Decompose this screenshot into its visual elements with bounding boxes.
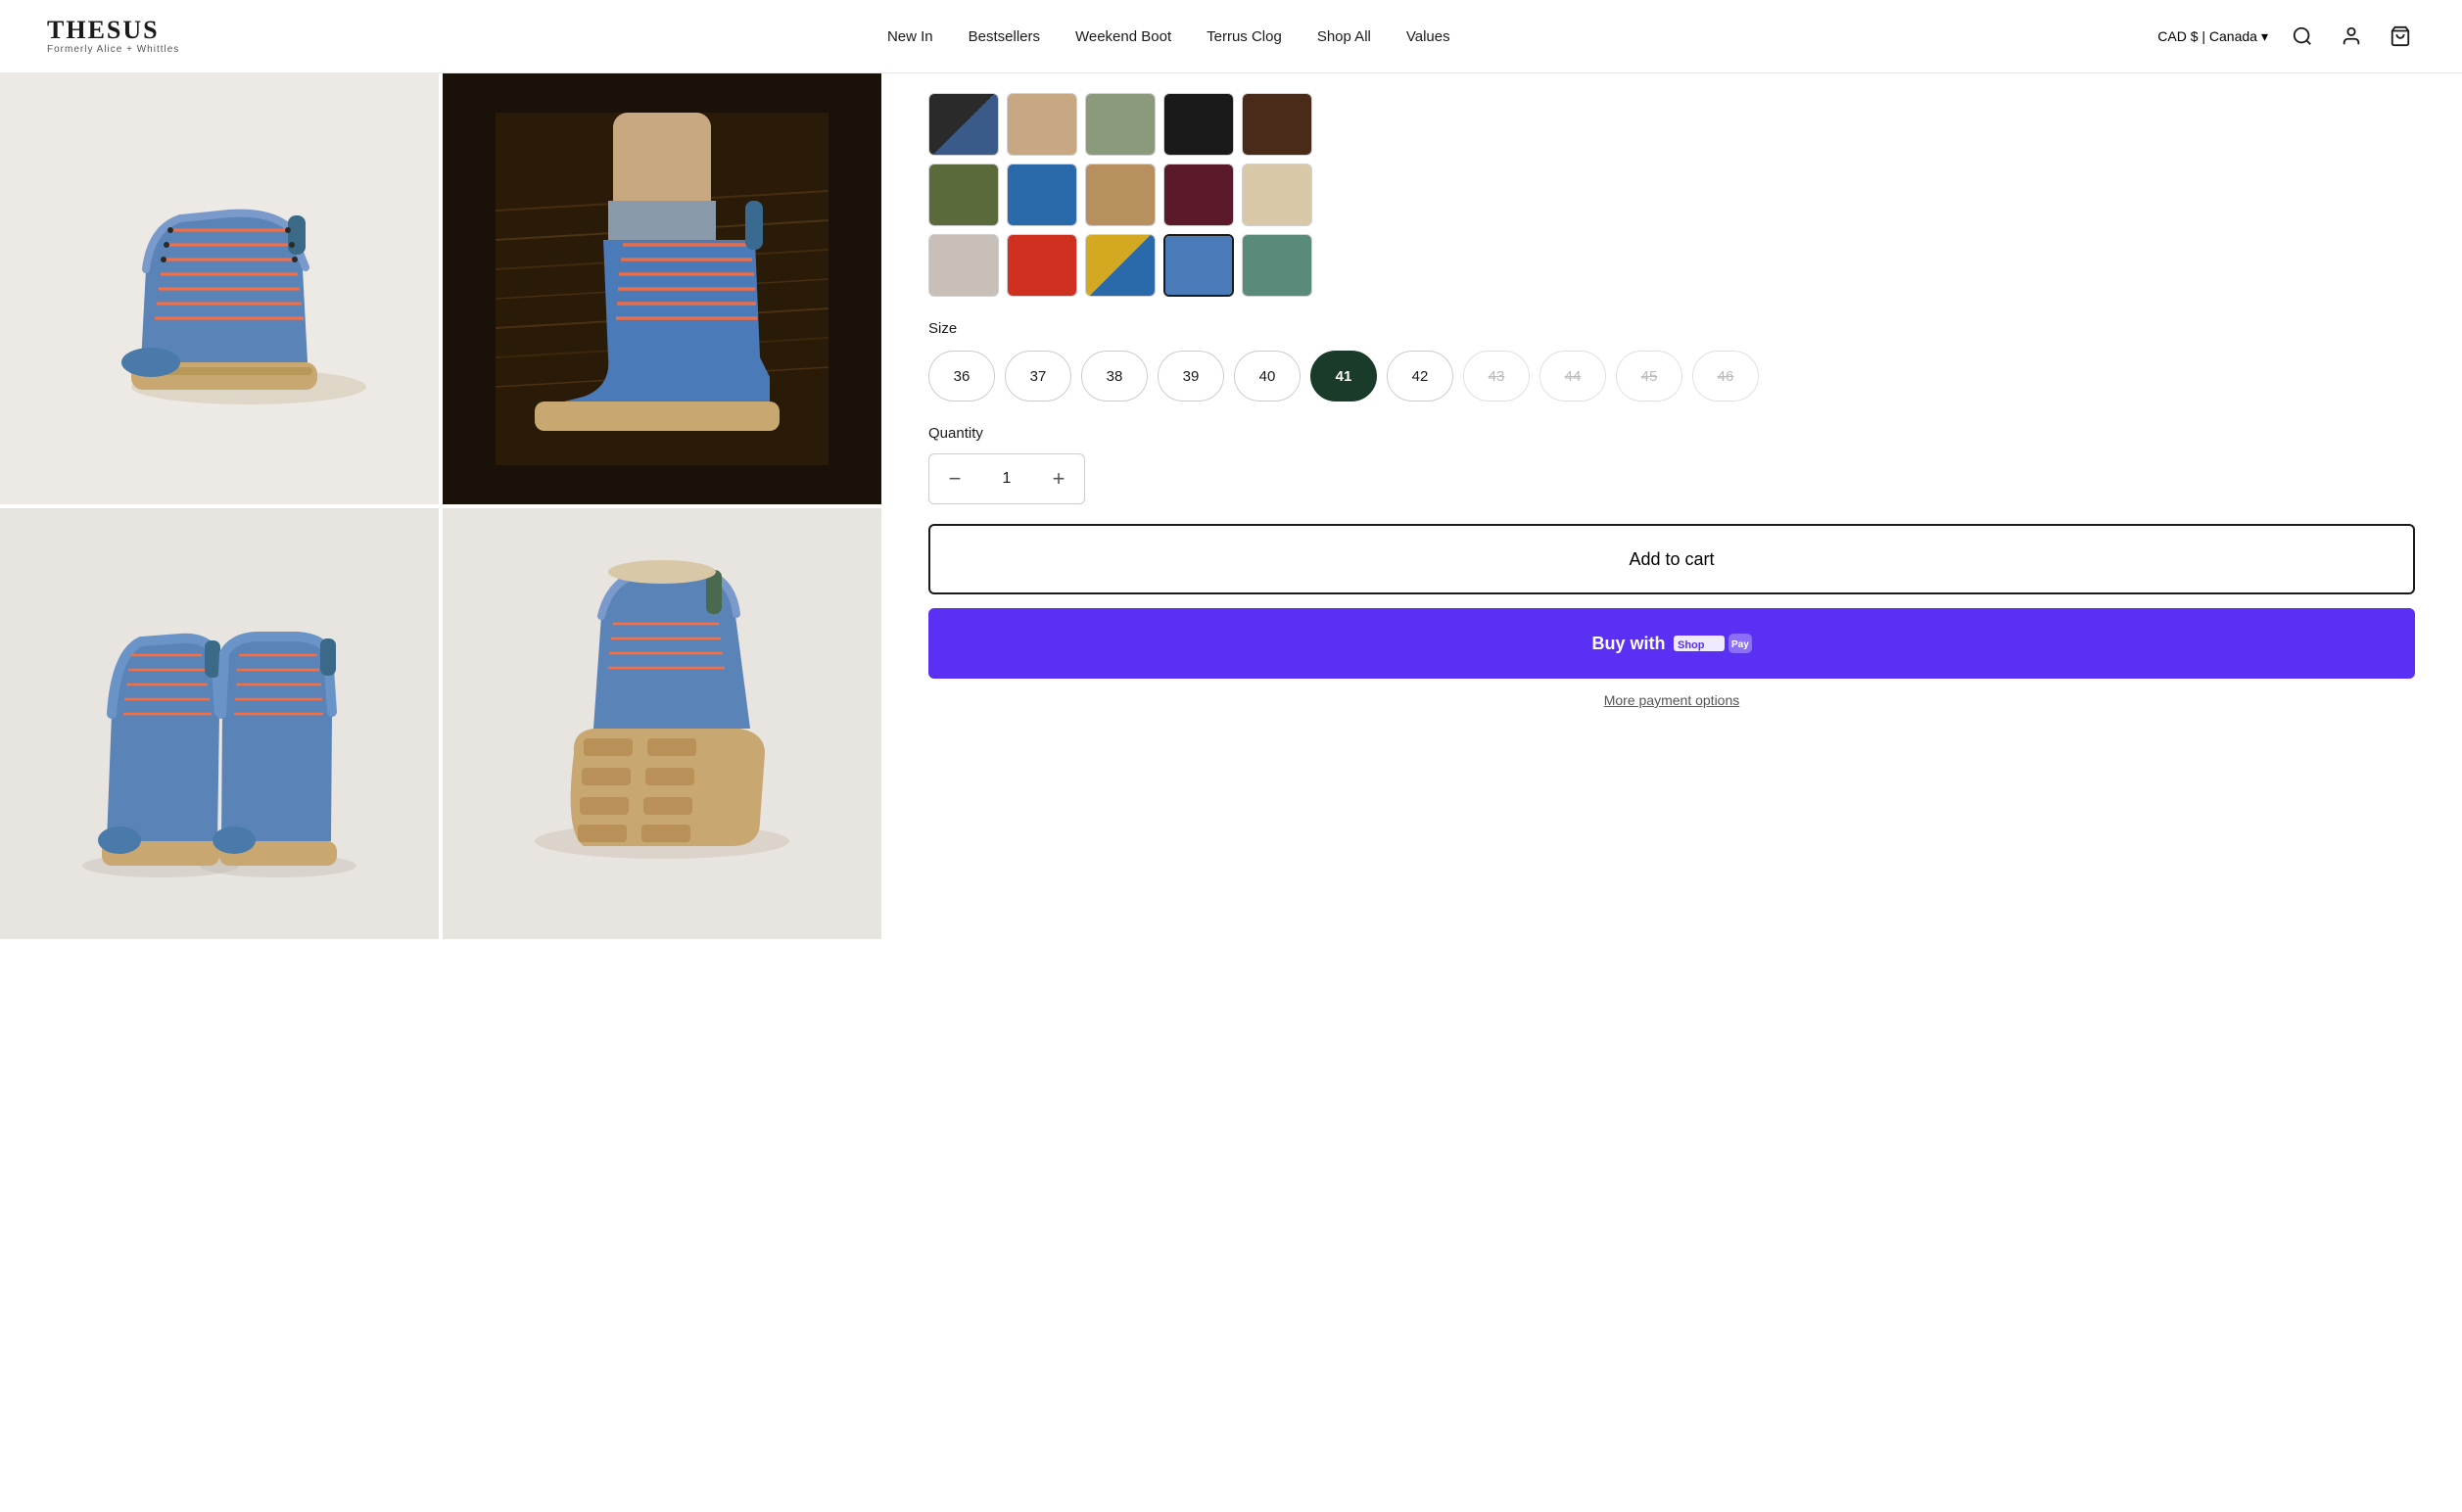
minus-icon: − <box>949 466 962 492</box>
plus-icon: + <box>1053 466 1065 492</box>
nav-shop-all[interactable]: Shop All <box>1317 28 1371 45</box>
size-37[interactable]: 37 <box>1005 351 1071 402</box>
nav-new-in[interactable]: New In <box>887 28 933 45</box>
swatch-11[interactable] <box>928 234 999 297</box>
swatch-3[interactable] <box>1085 93 1156 156</box>
boot-illustration-1 <box>53 152 386 426</box>
swatch-1[interactable] <box>928 93 999 156</box>
size-44[interactable]: 44 <box>1539 351 1606 402</box>
currency-selector[interactable]: CAD $ | Canada ▾ <box>2157 28 2268 45</box>
logo[interactable]: THESUS Formerly Alice + Whittles <box>47 18 179 55</box>
boot-illustration-4 <box>496 557 829 890</box>
more-payment-button[interactable]: More payment options <box>928 692 2415 708</box>
svg-text:Shop: Shop <box>1678 639 1705 651</box>
size-46[interactable]: 46 <box>1692 351 1759 402</box>
account-button[interactable] <box>2337 22 2366 51</box>
swatch-9[interactable] <box>1163 164 1234 226</box>
currency-label: CAD $ | Canada <box>2157 28 2257 44</box>
size-45[interactable]: 45 <box>1616 351 1682 402</box>
swatch-7[interactable] <box>1007 164 1077 226</box>
size-43[interactable]: 43 <box>1463 351 1530 402</box>
add-to-cart-button[interactable]: Add to cart <box>928 524 2415 594</box>
quantity-value: 1 <box>980 470 1033 488</box>
nav-weekend-boot[interactable]: Weekend Boot <box>1075 28 1171 45</box>
color-swatches <box>928 93 2415 297</box>
main-nav: New In Bestsellers Weekend Boot Terrus C… <box>887 28 1450 45</box>
size-36[interactable]: 36 <box>928 351 995 402</box>
brand-name: THESUS <box>47 18 179 43</box>
main-content: Size 36 37 38 39 40 41 42 43 44 45 46 Qu… <box>0 73 2462 939</box>
product-gallery <box>0 73 881 939</box>
gallery-image-2[interactable] <box>443 73 881 504</box>
gallery-image-1[interactable] <box>0 73 439 504</box>
size-label: Size <box>928 320 2415 337</box>
quantity-increase[interactable]: + <box>1033 454 1084 503</box>
swatch-13[interactable] <box>1085 234 1156 297</box>
swatch-5[interactable] <box>1242 93 1312 156</box>
swatch-6[interactable] <box>928 164 999 226</box>
swatch-2[interactable] <box>1007 93 1077 156</box>
shop-pay-button[interactable]: Buy with Shop Pay <box>928 608 2415 679</box>
swatch-8[interactable] <box>1085 164 1156 226</box>
size-42[interactable]: 42 <box>1387 351 1453 402</box>
search-button[interactable] <box>2288 22 2317 51</box>
size-39[interactable]: 39 <box>1158 351 1224 402</box>
boot-illustration-2 <box>496 113 829 465</box>
nav-values[interactable]: Values <box>1406 28 1450 45</box>
swatch-14-selected[interactable] <box>1163 234 1234 297</box>
buy-now-label: Buy with <box>1592 634 1666 654</box>
product-panel: Size 36 37 38 39 40 41 42 43 44 45 46 Qu… <box>881 73 2462 939</box>
size-grid: 36 37 38 39 40 41 42 43 44 45 46 <box>928 351 2415 402</box>
boot-illustration-3 <box>53 557 386 890</box>
size-40[interactable]: 40 <box>1234 351 1301 402</box>
header-actions: CAD $ | Canada ▾ <box>2157 22 2415 51</box>
cart-icon <box>2390 25 2411 47</box>
gallery-image-4[interactable] <box>443 508 881 939</box>
chevron-down-icon: ▾ <box>2261 28 2268 45</box>
swatch-4[interactable] <box>1163 93 1234 156</box>
gallery-image-3[interactable] <box>0 508 439 939</box>
quantity-label: Quantity <box>928 425 2415 442</box>
header: THESUS Formerly Alice + Whittles New In … <box>0 0 2462 73</box>
swatch-10[interactable] <box>1242 164 1312 226</box>
user-icon <box>2341 25 2362 47</box>
brand-subtitle: Formerly Alice + Whittles <box>47 45 179 55</box>
nav-bestsellers[interactable]: Bestsellers <box>969 28 1040 45</box>
size-41-selected[interactable]: 41 <box>1310 351 1377 402</box>
svg-text:Pay: Pay <box>1731 639 1749 650</box>
swatch-15[interactable] <box>1242 234 1312 297</box>
quantity-control: − 1 + <box>928 453 1085 504</box>
shop-pay-logo: Shop Pay <box>1674 632 1752 655</box>
quantity-decrease[interactable]: − <box>929 454 980 503</box>
nav-terrus-clog[interactable]: Terrus Clog <box>1207 28 1282 45</box>
swatch-12[interactable] <box>1007 234 1077 297</box>
search-icon <box>2292 25 2313 47</box>
cart-button[interactable] <box>2386 22 2415 51</box>
size-38[interactable]: 38 <box>1081 351 1148 402</box>
